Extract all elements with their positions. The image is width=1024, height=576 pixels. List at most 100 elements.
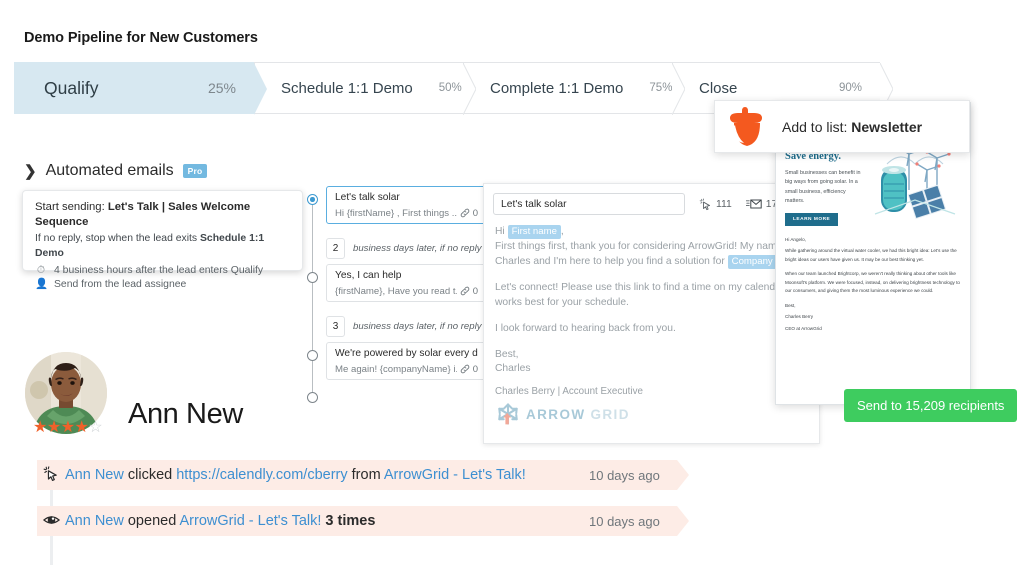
timeline-node-3 bbox=[307, 350, 318, 361]
stage-name: Qualify bbox=[44, 78, 98, 99]
sequence-timing-row: ⏱ 4 business hours after the lead enters… bbox=[35, 265, 290, 276]
automated-emails-label: Automated emails bbox=[46, 162, 174, 180]
newsletter-body-2: When our team launched Brightcorp, we we… bbox=[785, 270, 961, 295]
link-count-value: 0 bbox=[473, 364, 478, 375]
add-to-list-header: Add to list: Newsletter bbox=[714, 100, 970, 153]
sequence-timeline: Let's talk solar Hi {firstName} , First … bbox=[306, 186, 491, 406]
stage-chevron-icon bbox=[254, 63, 267, 115]
link-count-value: 0 bbox=[473, 208, 478, 219]
email-preview-row: {firstName}, Have you read t... 0 bbox=[335, 286, 478, 297]
sequence-sender-row: 👤 Send from the lead assignee bbox=[35, 279, 290, 290]
pipeline-stage-qualify[interactable]: Qualify 25% bbox=[14, 62, 254, 114]
greeting-prefix: Hi bbox=[495, 226, 508, 237]
email-preview-row: Hi {firstName} , First things ... 0 bbox=[335, 208, 478, 219]
add-to-list-prefix: Add to list: bbox=[782, 119, 851, 135]
link-icon bbox=[460, 208, 470, 218]
click-cursor-icon bbox=[699, 198, 712, 211]
sequence-start-line: Start sending: Let's Talk | Sales Welcom… bbox=[35, 200, 290, 231]
person-icon: 👤 bbox=[35, 279, 47, 290]
sequence-stop-line: If no reply, stop when the lead exits Sc… bbox=[35, 231, 290, 262]
activity-mid: from bbox=[348, 467, 384, 483]
delay-text: business days later, if no reply bbox=[353, 321, 482, 332]
merge-token-first-name: First name bbox=[508, 225, 561, 239]
start-prefix: Start sending: bbox=[35, 201, 108, 213]
sequence-email-card-3[interactable]: We're powered by solar every day Me agai… bbox=[326, 342, 486, 380]
email-body[interactable]: Hi First name, First things first, thank… bbox=[484, 215, 819, 427]
stage-percent: 90% bbox=[813, 82, 862, 94]
newsletter-sign-name: Charles Berry bbox=[785, 313, 961, 321]
delay-text: business days later, if no reply bbox=[353, 243, 482, 254]
stage-chevron-icon bbox=[463, 63, 476, 115]
stage-name: Schedule 1:1 Demo bbox=[281, 80, 413, 97]
email-preview-panel: 111 1761 Hi First name, First things fir… bbox=[483, 183, 820, 444]
activity-campaign[interactable]: ArrowGrid - Let's Talk! bbox=[180, 513, 322, 529]
pipeline-stage-schedule-1-1-demo[interactable]: Schedule 1:1 Demo 50% bbox=[254, 62, 463, 114]
add-to-list-title: Add to list: Newsletter bbox=[782, 119, 922, 135]
email-preview-text: {firstName}, Have you read t... bbox=[335, 286, 457, 297]
activity-text: Ann New clicked https://calendly.com/cbe… bbox=[65, 467, 526, 483]
chevron-down-icon[interactable]: ❯ bbox=[24, 164, 37, 179]
send-to-recipients-button[interactable]: Send to 15,209 recipients bbox=[844, 389, 1017, 422]
arrowgrid-mark-icon bbox=[495, 401, 521, 427]
email-signature-line: Charles Berry | Account Executive bbox=[495, 386, 808, 397]
arrowgrid-word-1: ARROW bbox=[526, 407, 586, 422]
pro-badge: Pro bbox=[183, 164, 208, 178]
email-signoff: Best, Charles bbox=[495, 348, 808, 378]
activity-row-chevron bbox=[677, 506, 689, 536]
stage-percent: 75% bbox=[623, 82, 672, 94]
activity-actor[interactable]: Ann New bbox=[65, 513, 124, 529]
contact-rating: ★★★★☆ bbox=[33, 420, 102, 436]
timeline-node-2 bbox=[307, 272, 318, 283]
sequence-delay-2[interactable]: 3 business days later, if no reply bbox=[326, 316, 482, 337]
stage-chevron-icon bbox=[672, 63, 685, 115]
sequence-delay-1[interactable]: 2 business days later, if no reply bbox=[326, 238, 482, 259]
clicks-stat: 111 bbox=[699, 198, 732, 211]
email-preview-text: Hi {firstName} , First things ... bbox=[335, 208, 457, 219]
opened-envelope-icon bbox=[746, 198, 762, 210]
activity-timestamp: 10 days ago bbox=[589, 468, 660, 483]
link-count: 0 bbox=[460, 208, 478, 219]
activity-verb: opened bbox=[124, 513, 180, 529]
signoff-text: Best, bbox=[495, 349, 518, 360]
email-greeting: Hi First name, bbox=[495, 225, 808, 240]
activity-timestamp: 10 days ago bbox=[589, 514, 660, 529]
stage-percent: 25% bbox=[182, 80, 236, 96]
link-icon bbox=[460, 364, 470, 374]
timeline-node-1 bbox=[307, 194, 318, 205]
activity-link[interactable]: https://calendly.com/cberry bbox=[176, 467, 347, 483]
newsletter-body: Hi Angelo, While gathering around the vi… bbox=[776, 226, 970, 333]
activity-row-opened[interactable]: Ann New opened ArrowGrid - Let's Talk! 3… bbox=[37, 506, 697, 536]
delay-days[interactable]: 2 bbox=[326, 238, 345, 259]
activity-actor[interactable]: Ann New bbox=[65, 467, 124, 483]
activity-row-chevron bbox=[677, 460, 689, 490]
delay-days[interactable]: 3 bbox=[326, 316, 345, 337]
activity-row-clicked[interactable]: Ann New clicked https://calendly.com/cbe… bbox=[37, 460, 697, 490]
contact-name: Ann New bbox=[128, 398, 243, 431]
email-preview-toolbar: 111 1761 bbox=[484, 184, 819, 215]
activity-campaign[interactable]: ArrowGrid - Let's Talk! bbox=[384, 467, 526, 483]
star-filled-icon: ★ bbox=[47, 419, 61, 436]
sequence-email-card-1[interactable]: Let's talk solar Hi {firstName} , First … bbox=[326, 186, 486, 224]
star-empty-icon: ☆ bbox=[88, 419, 102, 436]
newsletter-cta-button[interactable]: LEARN MORE bbox=[785, 213, 838, 226]
greeting-suffix: , bbox=[561, 226, 564, 237]
email-paragraph-3: I look forward to hearing back from you. bbox=[495, 322, 808, 337]
sequence-email-card-2[interactable]: Yes, I can help {firstName}, Have you re… bbox=[326, 264, 486, 302]
newsletter-greeting: Hi Angelo, bbox=[785, 236, 961, 244]
email-preview-text: Me again! {companyName} i... bbox=[335, 364, 457, 375]
click-cursor-icon bbox=[37, 466, 65, 485]
arrowgrid-logo: ARROWGRID bbox=[495, 401, 808, 427]
stage-percent: 50% bbox=[413, 82, 462, 94]
stop-prefix: If no reply, stop when the lead exits bbox=[35, 233, 200, 244]
timeline-node-4 bbox=[307, 392, 318, 403]
sequence-sender: Send from the lead assignee bbox=[54, 279, 186, 290]
automated-emails-header[interactable]: ❯ Automated emails Pro bbox=[24, 162, 207, 180]
email-paragraph-2: Let's connect! Please use this link to f… bbox=[495, 281, 808, 311]
newsletter-sign-title: CEO at ArrowGrid bbox=[785, 325, 961, 333]
email-paragraph-1: First things first, thank you for consid… bbox=[495, 240, 808, 270]
pipeline-stage-complete-1-1-demo[interactable]: Complete 1:1 Demo 75% bbox=[463, 62, 672, 114]
subject-input[interactable] bbox=[493, 193, 685, 215]
activity-suffix: 3 times bbox=[321, 513, 375, 529]
sequence-settings-card[interactable]: Start sending: Let's Talk | Sales Welcom… bbox=[22, 190, 303, 271]
star-filled-icon: ★ bbox=[75, 419, 89, 436]
